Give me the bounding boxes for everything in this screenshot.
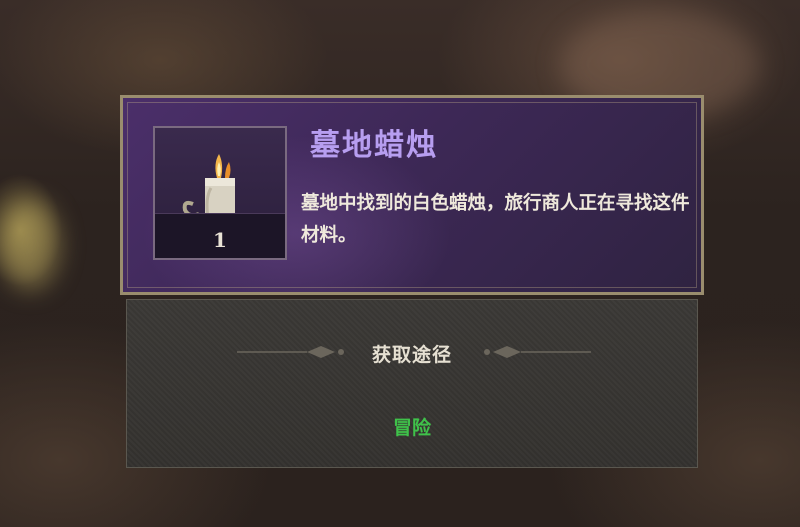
item-name: 墓地蜡烛: [310, 128, 438, 163]
acquisition-source-adventure[interactable]: 冒险: [127, 413, 697, 440]
item-slot[interactable]: 1: [153, 126, 287, 260]
item-header: 1 墓地蜡烛 墓地中找到的白色蜡烛，旅行商人正在寻找这件材料。: [120, 95, 704, 295]
item-tooltip: 1 墓地蜡烛 墓地中找到的白色蜡烛，旅行商人正在寻找这件材料。 获取途径 冒险: [120, 95, 704, 468]
item-description: 墓地中找到的白色蜡烛，旅行商人正在寻找这件材料。: [301, 193, 690, 246]
acquisition-section: 获取途径 冒险: [126, 299, 698, 468]
ornament-right-icon: [484, 346, 591, 358]
item-count: 1: [213, 228, 227, 252]
background-light: [0, 200, 60, 290]
acquisition-title: 获取途径: [371, 344, 452, 366]
